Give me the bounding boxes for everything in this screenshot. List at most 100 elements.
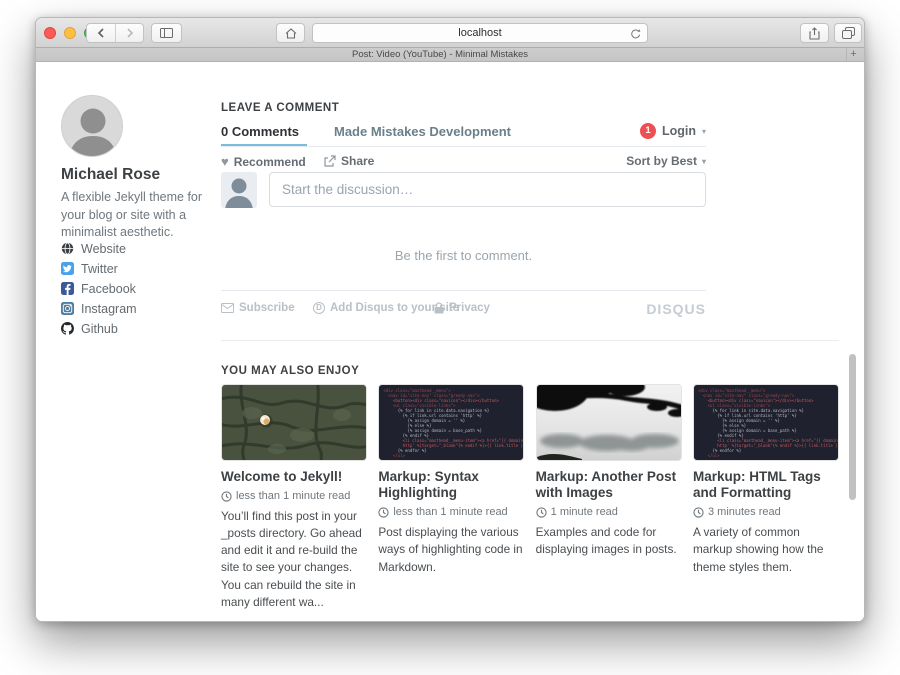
tab-overview-icon: [842, 27, 855, 39]
lock-icon: [434, 302, 444, 314]
share-button[interactable]: [800, 23, 829, 43]
clock-icon: [221, 491, 232, 502]
related-post-card[interactable]: <div class="masthead__menu"> <nav id="si…: [693, 384, 839, 611]
related-post-card[interactable]: <div class="masthead__menu"> <nav id="si…: [378, 384, 524, 611]
sidebar-link-label: Facebook: [81, 282, 136, 296]
divider: [221, 290, 706, 291]
share-label: Share: [341, 154, 374, 168]
sidebar-link-label: Instagram: [81, 302, 137, 316]
sort-dropdown[interactable]: Sort by Best ▾: [626, 154, 706, 168]
post-meta: less than 1 minute read: [378, 506, 524, 518]
active-tab[interactable]: Post: Video (YouTube) - Minimal Mistakes: [36, 49, 844, 60]
subscribe-link[interactable]: Subscribe: [221, 302, 295, 314]
sidebar-link-instagram[interactable]: Instagram: [61, 302, 137, 315]
safari-window: localhost Post: Video (YouTube) - Minima…: [35, 17, 865, 622]
chevron-down-icon: ▾: [702, 127, 706, 136]
envelope-icon: [221, 303, 234, 313]
related-posts-heading: YOU MAY ALSO ENJOY: [221, 365, 359, 377]
sidebar-link-label: Twitter: [81, 262, 118, 276]
browser-toolbar: localhost: [36, 18, 864, 48]
chevron-down-icon: ▾: [702, 157, 706, 166]
post-meta: less than 1 minute read: [221, 490, 367, 502]
sidebar-link-website[interactable]: Website: [61, 242, 137, 255]
leave-comment-heading: LEAVE A COMMENT: [221, 102, 339, 114]
login-label: Login: [662, 124, 696, 138]
read-time: less than 1 minute read: [393, 506, 507, 518]
notification-badge: 1: [640, 123, 656, 139]
facebook-icon: [61, 282, 74, 295]
sort-label: Sort by Best: [626, 154, 697, 168]
author-bio: A flexible Jekyll theme for your blog or…: [61, 189, 217, 242]
login-control[interactable]: 1 Login ▾: [640, 123, 706, 139]
disqus-d-icon: D: [313, 302, 325, 314]
post-meta: 1 minute read: [536, 506, 682, 518]
post-title[interactable]: Markup: HTML Tags and Formatting: [693, 469, 839, 501]
author-avatar: [61, 95, 123, 157]
post-thumbnail-jekyll[interactable]: [221, 384, 367, 461]
history-nav-group: [86, 23, 144, 43]
post-title[interactable]: Markup: Another Post with Images: [536, 469, 682, 501]
related-post-card[interactable]: Welcome to Jekyll! less than 1 minute re…: [221, 384, 367, 611]
post-thumbnail-code[interactable]: <div class="masthead__menu"> <nav id="si…: [693, 384, 839, 461]
tab-overview-button[interactable]: [834, 23, 862, 43]
twitter-icon: [61, 262, 74, 275]
privacy-label: Privacy: [449, 302, 490, 314]
heart-icon: ♥: [221, 154, 229, 169]
share-thread-button[interactable]: Share: [324, 154, 374, 168]
sidebar-link-github[interactable]: Github: [61, 322, 137, 335]
instagram-icon: [61, 302, 74, 315]
address-bar[interactable]: localhost: [312, 23, 648, 43]
related-post-card[interactable]: Markup: Another Post with Images 1 minut…: [536, 384, 682, 611]
post-title[interactable]: Markup: Syntax Highlighting: [378, 469, 524, 501]
community-link[interactable]: Made Mistakes Development: [334, 124, 511, 139]
screenshot-stage: localhost Post: Video (YouTube) - Minima…: [0, 0, 900, 675]
post-excerpt: A variety of common markup showing how t…: [693, 524, 839, 575]
page-scrollbar[interactable]: [849, 354, 856, 500]
post-thumbnail-code[interactable]: <div class="masthead__menu"> <nav id="si…: [378, 384, 524, 461]
recommend-button[interactable]: ♥ Recommend: [221, 154, 306, 169]
author-links: Website Twitter Facebook Instagram Githu…: [61, 242, 137, 342]
share-box-icon: [324, 155, 336, 167]
comment-input[interactable]: [269, 172, 706, 207]
disqus-logo[interactable]: DISQUS: [646, 301, 706, 317]
disqus-actions: ♥ Recommend Share Sort by Best ▾: [221, 154, 706, 168]
close-window-button[interactable]: [44, 27, 56, 39]
clock-icon: [378, 507, 389, 518]
sidebar-icon: [160, 28, 173, 38]
commenter-avatar: [221, 172, 257, 208]
section-divider: [221, 340, 839, 341]
minimize-window-button[interactable]: [64, 27, 76, 39]
new-tab-button[interactable]: +: [846, 48, 860, 61]
back-button[interactable]: [87, 24, 115, 42]
disqus-footer: Subscribe D Add Disqus to your site Priv…: [221, 301, 706, 319]
clock-icon: [536, 507, 547, 518]
reload-button[interactable]: [630, 27, 641, 45]
sidebar-link-label: Github: [81, 322, 118, 336]
privacy-link[interactable]: Privacy: [434, 302, 490, 314]
read-time: 3 minutes read: [708, 506, 781, 518]
recommend-label: Recommend: [234, 155, 306, 169]
post-meta: 3 minutes read: [693, 506, 839, 518]
home-button[interactable]: [276, 23, 305, 43]
post-title[interactable]: Welcome to Jekyll!: [221, 469, 367, 485]
sidebar-link-twitter[interactable]: Twitter: [61, 262, 137, 275]
chevron-left-icon: [97, 28, 105, 38]
sidebar-link-label: Website: [81, 242, 126, 256]
author-name: Michael Rose: [61, 166, 160, 184]
read-time: less than 1 minute read: [236, 490, 350, 502]
post-excerpt: You’ll find this post in your _posts dir…: [221, 508, 367, 611]
reload-icon: [630, 28, 641, 40]
share-icon: [809, 27, 820, 40]
page-content: Michael Rose A flexible Jekyll theme for…: [36, 62, 864, 622]
post-thumbnail-tree[interactable]: [536, 384, 682, 461]
sidebar-toggle-button[interactable]: [151, 23, 182, 43]
forward-button[interactable]: [115, 24, 143, 42]
comment-count-tab[interactable]: 0 Comments: [221, 124, 299, 139]
related-posts-grid: Welcome to Jekyll! less than 1 minute re…: [221, 384, 839, 611]
post-excerpt: Post displaying the various ways of high…: [378, 524, 524, 575]
address-bar-url: localhost: [313, 27, 647, 39]
post-excerpt: Examples and code for displaying images …: [536, 524, 682, 558]
sidebar-link-facebook[interactable]: Facebook: [61, 282, 137, 295]
bw-tree-photo: [537, 385, 682, 461]
read-time: 1 minute read: [551, 506, 618, 518]
